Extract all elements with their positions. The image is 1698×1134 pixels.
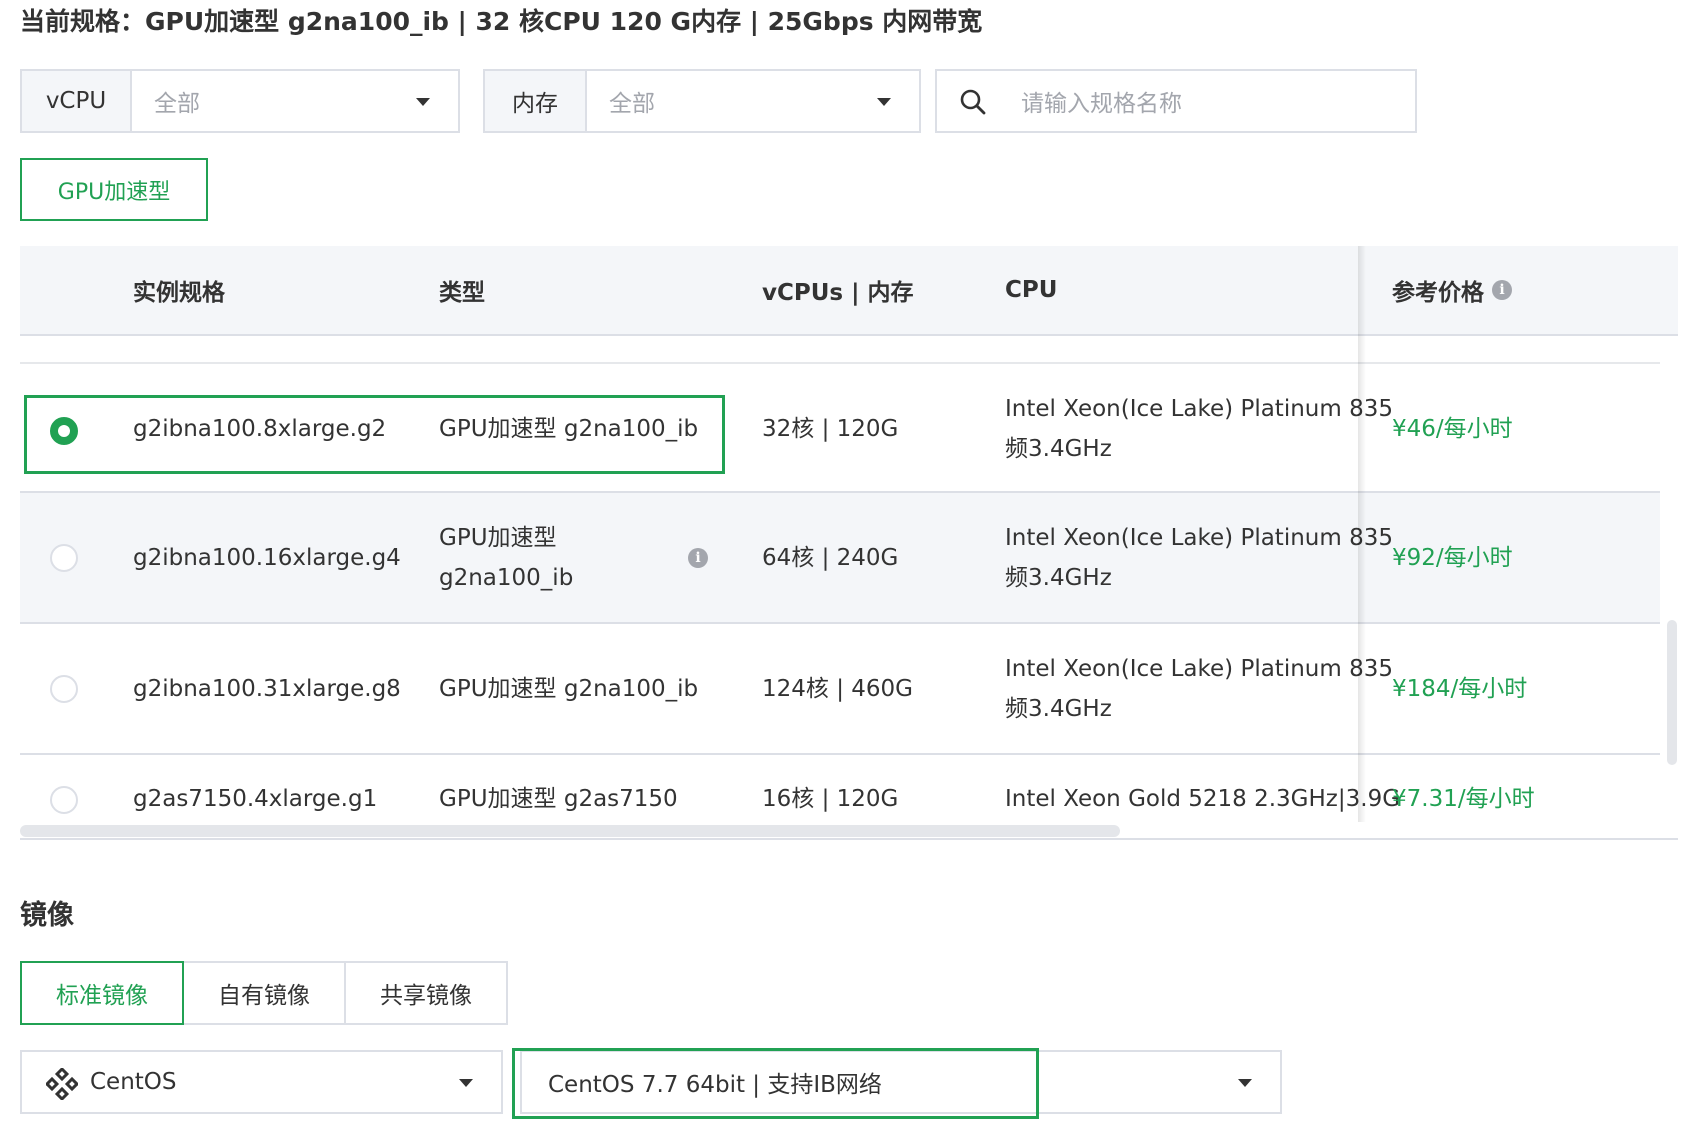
row-radio[interactable] [50, 544, 78, 572]
image-section-title: 镜像 [20, 900, 74, 931]
os-select-value: CentOS [90, 1069, 177, 1095]
row-vcpu-mem: 64核 | 240G [762, 545, 899, 571]
row-cpu-line1: Intel Xeon(Ice Lake) Platinum 835 [1005, 656, 1393, 682]
vcpu-filter-label: vCPU [22, 71, 132, 131]
memory-filter-value: 全部 [609, 91, 655, 117]
version-highlight [512, 1048, 1039, 1119]
row-vcpu-mem: 32核 | 120G [762, 416, 899, 442]
category-tag-gpu[interactable]: GPU加速型 [20, 158, 208, 221]
header-spec: 实例规格 [133, 280, 225, 306]
tab-standard-image[interactable]: 标准镜像 [20, 961, 184, 1025]
row-spec: g2ibna100.31xlarge.g8 [133, 676, 401, 702]
chevron-down-icon [877, 98, 891, 106]
header-cpu: CPU [1005, 277, 1058, 303]
vcpu-filter-value: 全部 [154, 91, 200, 117]
row-radio[interactable] [50, 675, 78, 703]
row-spec: g2ibna100.16xlarge.g4 [133, 545, 401, 571]
row-cpu-line1: Intel Xeon Gold 5218 2.3GHz|3.9G [1005, 786, 1401, 812]
header-price: 参考价格 i [1392, 246, 1512, 334]
header-type: 类型 [439, 280, 485, 306]
row-cpu-line2: 频3.4GHz [1005, 565, 1112, 591]
tab-shared-image[interactable]: 共享镜像 [344, 961, 508, 1025]
row-price: ¥46/每小时 [1392, 416, 1513, 442]
memory-filter[interactable]: 内存 全部 [483, 69, 921, 133]
centos-logo-icon [46, 1068, 78, 1100]
vcpu-filter[interactable]: vCPU 全部 [20, 69, 460, 133]
memory-filter-select[interactable]: 全部 [587, 71, 919, 131]
selected-row-highlight [24, 395, 725, 474]
row-spec: g2as7150.4xlarge.g1 [133, 786, 378, 812]
search-icon [960, 89, 986, 115]
row-type-line1: GPU加速型 [439, 525, 557, 551]
table-row[interactable]: g2ibna100.31xlarge.g8 GPU加速型 g2na100_ib … [20, 624, 1660, 755]
row-type: GPU加速型 g2na100_ib [439, 676, 699, 702]
table-header: 实例规格 类型 vCPUs | 内存 CPU 参考价格 i [20, 246, 1678, 336]
row-type: GPU加速型 g2as7150 [439, 786, 678, 812]
row-cpu-line1: Intel Xeon(Ice Lake) Platinum 835 [1005, 525, 1393, 551]
os-select[interactable]: CentOS [20, 1050, 503, 1114]
vertical-scrollbar[interactable] [1667, 620, 1677, 765]
memory-filter-label: 内存 [485, 71, 587, 131]
header-vcpu-mem: vCPUs | 内存 [762, 280, 914, 306]
row-cpu-line2: 频3.4GHz [1005, 696, 1112, 722]
header-price-label: 参考价格 [1392, 280, 1484, 306]
row-type-line2: g2na100_ib [439, 565, 574, 591]
table-divider [20, 838, 1678, 840]
row-cpu-line1: Intel Xeon(Ice Lake) Platinum 835 [1005, 396, 1393, 422]
image-type-tabs: 标准镜像 自有镜像 共享镜像 [20, 961, 508, 1025]
row-cpu-line2: 频3.4GHz [1005, 436, 1112, 462]
row-vcpu-mem: 124核 | 460G [762, 676, 913, 702]
row-price: ¥184/每小时 [1392, 676, 1528, 702]
row-price: ¥7.31/每小时 [1392, 786, 1535, 812]
row-vcpu-mem: 16核 | 120G [762, 786, 899, 812]
row-radio[interactable] [50, 786, 78, 814]
search-placeholder: 请输入规格名称 [1021, 91, 1182, 117]
current-spec-summary: 当前规格：GPU加速型 g2na100_ib | 32 核CPU 120 G内存… [20, 7, 983, 36]
table-row[interactable]: g2as7150.4xlarge.g1 GPU加速型 g2as7150 16核 … [20, 755, 1660, 822]
row-price: ¥92/每小时 [1392, 545, 1513, 571]
info-icon[interactable]: i [1492, 280, 1512, 300]
tab-private-image[interactable]: 自有镜像 [182, 961, 346, 1025]
chevron-down-icon [459, 1079, 473, 1087]
table-row[interactable]: g2ibna100.16xlarge.g4 GPU加速型 g2na100_ib … [20, 493, 1660, 624]
fixed-column-shadow [1358, 246, 1366, 822]
spec-search-input[interactable]: 请输入规格名称 [935, 69, 1417, 133]
vcpu-filter-select[interactable]: 全部 [132, 71, 458, 131]
info-icon[interactable]: i [688, 548, 708, 568]
chevron-down-icon [416, 98, 430, 106]
horizontal-scrollbar[interactable] [20, 825, 1120, 837]
chevron-down-icon [1238, 1079, 1252, 1087]
